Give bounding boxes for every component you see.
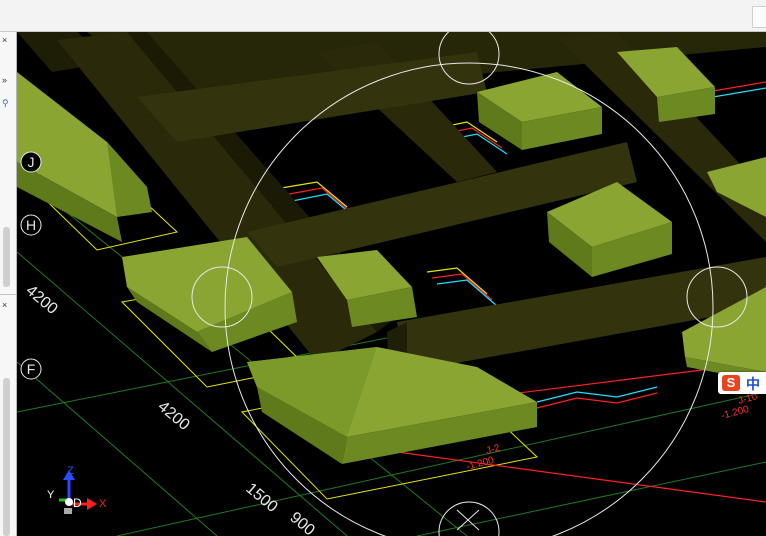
ime-language-toggle[interactable]: 中: [746, 374, 760, 394]
ime-language-toolbar[interactable]: S 中: [718, 372, 766, 394]
dimension-label: 900: [286, 509, 317, 536]
footing-tag-elevation: -1.200: [720, 404, 751, 422]
window-top-bar: [0, 0, 766, 32]
palette-scrollbar[interactable]: [3, 227, 10, 287]
axis-label-h: H: [26, 217, 36, 233]
model-canvas[interactable]: J H F 4200 4200 1500 900 J-2 -1.200 J-10…: [17, 32, 766, 536]
close-icon[interactable]: ×: [2, 35, 7, 45]
dimension-label: 1500: [242, 480, 280, 516]
left-palette-panel: × » ⚲ ×: [0, 32, 17, 536]
search-icon[interactable]: ⚲: [2, 98, 9, 108]
axis-label-f: F: [27, 361, 36, 377]
crosshair-cursor: [456, 509, 480, 531]
ucs-y-label: Y: [47, 489, 55, 501]
sogou-logo-icon: S: [722, 375, 740, 391]
axis-label-j: J: [28, 154, 35, 170]
dimension-label: 4200: [154, 398, 192, 434]
panel-divider: [0, 294, 16, 295]
footing-tag-name: J-2: [485, 443, 502, 457]
ucs-x-label: X: [99, 498, 107, 510]
ucs-icon: Z X Y D: [47, 465, 107, 514]
expand-right-icon[interactable]: »: [2, 75, 7, 85]
close-icon[interactable]: ×: [2, 300, 7, 310]
dimension-label: 4200: [22, 282, 60, 318]
window-menu-button[interactable]: [752, 6, 766, 28]
palette-scrollbar-lower[interactable]: [3, 378, 10, 536]
ucs-mode-label: D: [73, 496, 82, 510]
ucs-z-label: Z: [67, 465, 74, 477]
cad-3d-viewport[interactable]: J H F 4200 4200 1500 900 J-2 -1.200 J-10…: [17, 32, 766, 536]
